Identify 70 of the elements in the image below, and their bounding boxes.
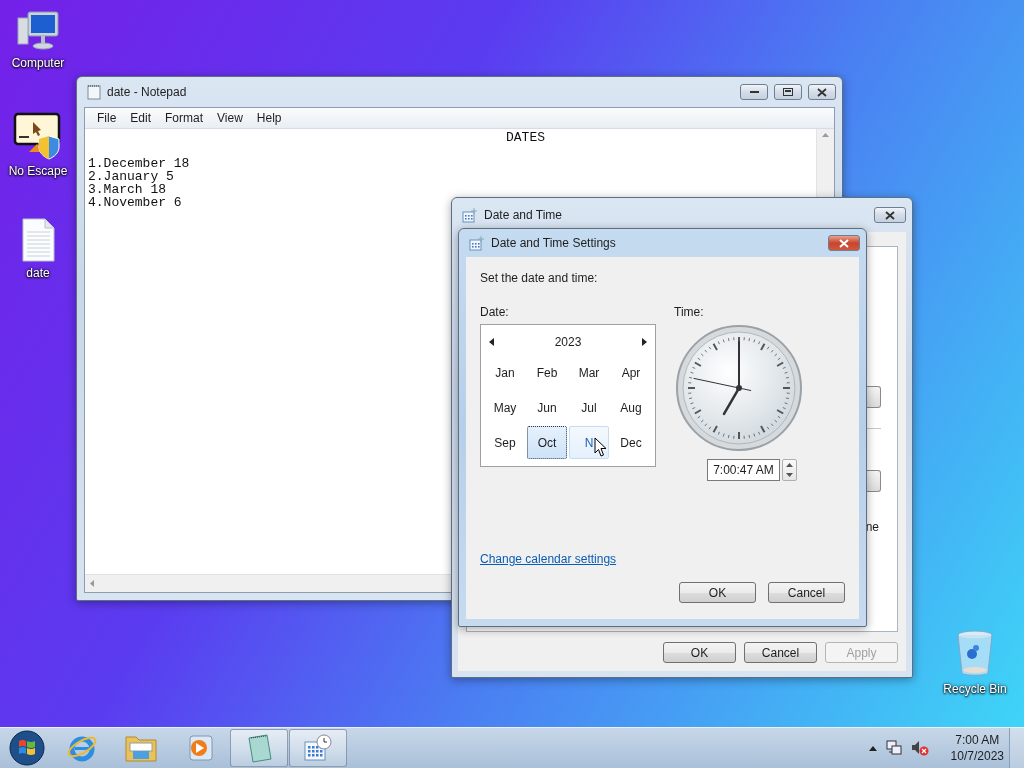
close-button[interactable] [808, 84, 836, 100]
maximize-button[interactable] [774, 84, 802, 100]
month-cell[interactable]: Jun [527, 391, 567, 424]
window-title: Date and Time [484, 208, 564, 222]
month-cell[interactable]: Mar [569, 356, 609, 389]
notepad-icon [87, 84, 101, 100]
menu-item[interactable]: Help [250, 111, 288, 125]
close-icon [817, 87, 827, 97]
instruction-text: Set the date and time: [480, 271, 599, 285]
date-label: Date: [480, 305, 510, 319]
month-cell[interactable]: Aug [611, 391, 651, 424]
monitor-shield-icon [13, 112, 63, 160]
desktop-icon-label[interactable]: No Escape [8, 164, 68, 178]
calendar-settings-link[interactable]: Change calendar settings [480, 552, 617, 566]
calendar-clock-icon [302, 732, 334, 764]
maximize-icon [783, 88, 793, 96]
minimize-button[interactable] [740, 84, 768, 100]
recycle-bin-icon [956, 630, 994, 678]
dialog-button[interactable]: OK [663, 642, 736, 663]
menu-item[interactable]: File [91, 111, 123, 125]
next-arrow-icon[interactable] [642, 338, 647, 346]
menu-item[interactable]: Edit [124, 111, 158, 125]
close-button[interactable] [874, 207, 906, 223]
window-title: Date and Time Settings [491, 236, 617, 250]
taskbar-button[interactable] [230, 729, 288, 767]
text-line: 1.December 18 [88, 157, 190, 170]
window-title: date - Notepad [107, 85, 188, 99]
month-cell[interactable]: Feb [527, 356, 567, 389]
taskbar-date[interactable]: 10/7/2023 [950, 748, 1004, 764]
time-field[interactable]: 7:00:47 AM [707, 459, 780, 481]
document-icon [21, 218, 55, 262]
menu-item[interactable]: Format [159, 111, 210, 125]
menu-item[interactable]: View [211, 111, 249, 125]
text-line: 3.March 18 [88, 183, 166, 196]
month-cell[interactable]: Sep [485, 426, 525, 459]
previous-arrow-icon[interactable] [489, 338, 494, 346]
text-line: 4.November 6 [88, 196, 182, 209]
mouse-pointer-icon [594, 437, 607, 457]
text-line: DATES [506, 131, 545, 144]
month-cell[interactable]: Apr [611, 356, 651, 389]
close-icon [885, 210, 895, 220]
month-cell[interactable]: May [485, 391, 525, 424]
time-spinner[interactable] [782, 459, 797, 481]
close-icon [839, 238, 849, 248]
folder-icon [125, 733, 157, 763]
start-orb-icon [9, 730, 45, 766]
dialog-button[interactable]: Cancel [768, 582, 845, 603]
month-cell[interactable]: Oct [527, 426, 567, 459]
month-cell[interactable]: N [569, 426, 609, 459]
speaker-muted-icon[interactable] [910, 740, 929, 756]
computer-icon [16, 10, 60, 52]
taskbar-time[interactable]: 7:00 AM [955, 732, 1000, 748]
month-cell[interactable]: Jan [485, 356, 525, 389]
taskbar-button[interactable] [289, 729, 347, 767]
month-cell[interactable]: Jul [569, 391, 609, 424]
dialog-button[interactable]: OK [679, 582, 756, 603]
calendar-clock-icon [469, 235, 485, 251]
calendar-year[interactable]: 2023 [554, 335, 582, 349]
minimize-icon [749, 90, 759, 94]
month-cell[interactable]: Dec [611, 426, 651, 459]
label-fragment: ne [865, 520, 879, 534]
calendar-clock-icon [462, 207, 478, 223]
network-icon[interactable] [884, 740, 903, 756]
text-line: 2.January 5 [88, 170, 174, 183]
desktop-icon-label[interactable]: Computer [11, 56, 65, 70]
show-hidden-icons-icon[interactable] [868, 745, 877, 751]
desktop-icon-label[interactable]: date [26, 266, 50, 280]
media-player-icon [186, 734, 214, 762]
dialog-button[interactable]: Cancel [744, 642, 817, 663]
time-label: Time: [674, 305, 704, 319]
